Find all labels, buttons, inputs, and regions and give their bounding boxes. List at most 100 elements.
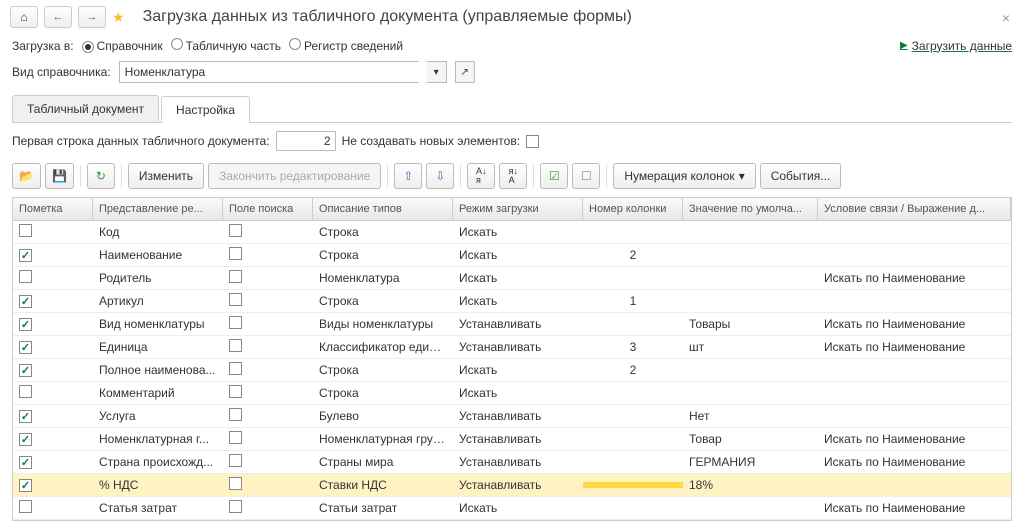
row-colnum[interactable] (583, 505, 683, 511)
row-colnum[interactable]: 2 (583, 360, 683, 380)
row-search-checkbox[interactable] (229, 431, 242, 444)
radio-register[interactable]: Регистр сведений (289, 38, 403, 53)
row-cond (818, 229, 1011, 235)
check-all-icon: ☑ (549, 169, 560, 183)
table-row[interactable]: РодительНоменклатураИскатьИскать по Наим… (13, 267, 1011, 290)
table-row[interactable]: АртикулСтрокаИскать1 (13, 290, 1011, 313)
table-row[interactable]: Вид номенклатурыВиды номенклатурыУстанав… (13, 313, 1011, 336)
home-button[interactable]: ⌂ (10, 6, 38, 28)
radio-directory[interactable]: Справочник (82, 39, 163, 53)
table-row[interactable]: Статья затратСтатьи затратИскатьИскать п… (13, 497, 1011, 520)
no-create-checkbox[interactable] (526, 135, 539, 148)
table-row[interactable]: КодСтрокаИскать (13, 221, 1011, 244)
row-search-checkbox[interactable] (229, 408, 242, 421)
first-row-input[interactable] (276, 131, 336, 151)
row-search-checkbox[interactable] (229, 316, 242, 329)
row-name: Единица (93, 337, 223, 357)
events-button[interactable]: События... (760, 163, 842, 189)
back-button[interactable]: ← (44, 6, 72, 28)
row-name: Вид номенклатуры (93, 314, 223, 334)
row-mark-checkbox[interactable] (19, 224, 32, 237)
table-row[interactable]: НаименованиеСтрокаИскать2 (13, 244, 1011, 267)
row-mark-checkbox[interactable] (19, 249, 32, 262)
col-types[interactable]: Описание типов (313, 198, 453, 220)
table-row[interactable]: Страна происхожд...Страны мираУстанавлив… (13, 451, 1011, 474)
save-button[interactable]: 💾 (45, 163, 74, 189)
row-mark-checkbox[interactable] (19, 433, 32, 446)
table-row[interactable]: УслугаБулевоУстанавливатьНет (13, 405, 1011, 428)
sort-asc-button[interactable]: A↓я (467, 163, 495, 189)
row-search-checkbox[interactable] (229, 362, 242, 375)
row-search-checkbox[interactable] (229, 454, 242, 467)
row-colnum[interactable]: 3 (583, 337, 683, 357)
table-row[interactable]: Номенклатурная г...Номенклатурная группа… (13, 428, 1011, 451)
move-down-button[interactable]: ⇩ (426, 163, 454, 189)
tab-table-doc[interactable]: Табличный документ (12, 95, 159, 122)
row-type: Номенклатура (313, 268, 453, 288)
row-search-checkbox[interactable] (229, 385, 242, 398)
col-repr[interactable]: Представление ре... (93, 198, 223, 220)
row-search-checkbox[interactable] (229, 247, 242, 260)
row-search-checkbox[interactable] (229, 224, 242, 237)
col-num[interactable]: Номер колонки (583, 198, 683, 220)
row-mark-checkbox[interactable] (19, 295, 32, 308)
radio-tablepart[interactable]: Табличную часть (171, 38, 281, 53)
close-button[interactable]: × (1002, 10, 1010, 26)
row-mark-checkbox[interactable] (19, 479, 32, 492)
table-row[interactable]: Полное наименова...СтрокаИскать2 (13, 359, 1011, 382)
row-colnum[interactable]: 1 (583, 291, 683, 311)
row-mark-checkbox[interactable] (19, 270, 32, 283)
row-search-checkbox[interactable] (229, 270, 242, 283)
row-cond: Искать по Наименование (818, 268, 1011, 288)
move-up-button[interactable]: ⇧ (394, 163, 422, 189)
row-mark-checkbox[interactable] (19, 410, 32, 423)
table-row[interactable]: ЕдиницаКлассификатор едини...Устанавлива… (13, 336, 1011, 359)
row-colnum[interactable] (583, 390, 683, 396)
row-search-checkbox[interactable] (229, 500, 242, 513)
column-numbering-button[interactable]: Нумерация колонок▾ (613, 163, 755, 189)
forward-button[interactable]: → (78, 6, 106, 28)
row-mark-checkbox[interactable] (19, 456, 32, 469)
edit-button[interactable]: Изменить (128, 163, 204, 189)
check-all-button[interactable]: ☑ (540, 163, 568, 189)
row-colnum[interactable] (583, 321, 683, 327)
load-to-label: Загрузка в: (12, 39, 74, 53)
load-data-link[interactable]: ▶Загрузить данные (900, 39, 1012, 53)
row-mode: Устанавливать (453, 429, 583, 449)
favorite-icon[interactable]: ★ (112, 9, 125, 26)
ref-open-button[interactable]: ↗ (455, 61, 475, 83)
table-row[interactable]: % НДССтавки НДСУстанавливать18% (13, 474, 1011, 497)
row-mark-checkbox[interactable] (19, 500, 32, 513)
row-mode: Искать (453, 222, 583, 242)
col-default[interactable]: Значение по умолча... (683, 198, 818, 220)
col-mode[interactable]: Режим загрузки (453, 198, 583, 220)
table-row[interactable]: КомментарийСтрокаИскать (13, 382, 1011, 405)
row-colnum[interactable] (583, 482, 683, 488)
col-search[interactable]: Поле поиска (223, 198, 313, 220)
col-mark[interactable]: Пометка (13, 198, 93, 220)
refresh-button[interactable]: ↻ (87, 163, 115, 189)
arrow-up-icon: ⇧ (403, 169, 413, 183)
row-colnum[interactable] (583, 436, 683, 442)
row-mark-checkbox[interactable] (19, 341, 32, 354)
row-name: % НДС (93, 475, 223, 495)
ref-dropdown-button[interactable]: ▾ (427, 61, 447, 83)
row-search-checkbox[interactable] (229, 293, 242, 306)
row-mode: Устанавливать (453, 452, 583, 472)
sort-desc-button[interactable]: я↓A (499, 163, 527, 189)
row-colnum[interactable] (583, 459, 683, 465)
uncheck-all-button[interactable]: ☐ (572, 163, 600, 189)
row-mark-checkbox[interactable] (19, 364, 32, 377)
col-cond[interactable]: Условие связи / Выражение д... (818, 198, 1011, 220)
row-mark-checkbox[interactable] (19, 385, 32, 398)
row-colnum[interactable]: 2 (583, 245, 683, 265)
row-search-checkbox[interactable] (229, 339, 242, 352)
row-colnum[interactable] (583, 275, 683, 281)
row-colnum[interactable] (583, 413, 683, 419)
tab-settings[interactable]: Настройка (161, 96, 250, 123)
row-search-checkbox[interactable] (229, 477, 242, 490)
row-mark-checkbox[interactable] (19, 318, 32, 331)
row-colnum[interactable] (583, 229, 683, 235)
ref-kind-input[interactable] (119, 61, 419, 83)
open-button[interactable]: 📂 (12, 163, 41, 189)
